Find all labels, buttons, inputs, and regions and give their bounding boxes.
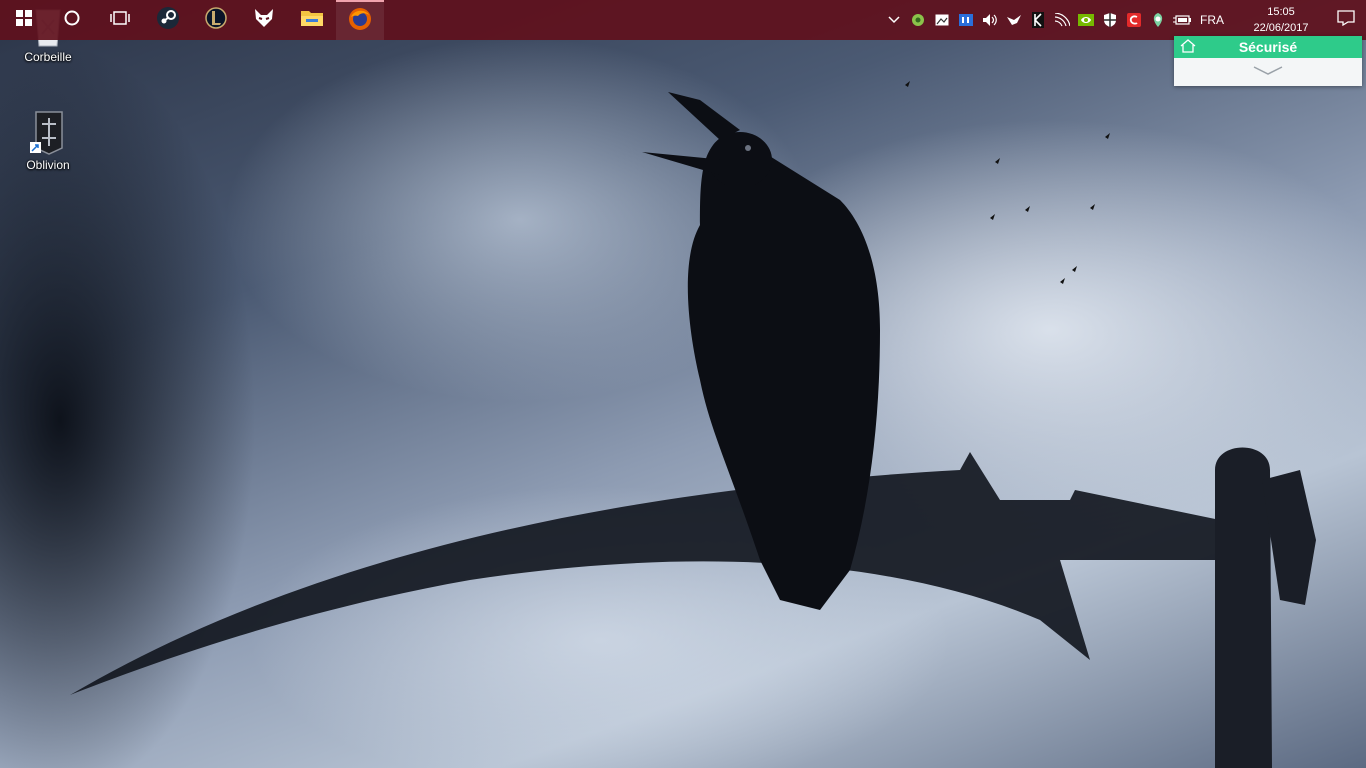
folder-icon bbox=[300, 8, 324, 33]
chevron-down-icon bbox=[1253, 63, 1283, 81]
task-view-button[interactable] bbox=[96, 0, 144, 40]
task-view-icon bbox=[110, 10, 130, 31]
desktop-wallpaper bbox=[0, 0, 1366, 768]
clock-time: 15:05 bbox=[1267, 6, 1295, 18]
clock[interactable]: 15:05 22/06/2017 bbox=[1236, 4, 1326, 36]
fox-mask-icon bbox=[253, 7, 275, 34]
firefox-taskbar-button[interactable] bbox=[336, 0, 384, 40]
mixer-tray-icon[interactable] bbox=[954, 0, 978, 40]
oblivion-shortcut-icon bbox=[28, 108, 68, 155]
expand-popup-button[interactable] bbox=[1174, 58, 1362, 86]
raven-scythe-artwork bbox=[70, 81, 1316, 768]
android-tray-icon[interactable] bbox=[906, 0, 930, 40]
home-icon bbox=[1180, 39, 1196, 56]
shield-icon[interactable] bbox=[1098, 0, 1122, 40]
clock-date: 22/06/2017 bbox=[1253, 22, 1309, 34]
desktop-icon-label: Oblivion bbox=[26, 158, 70, 172]
steam-icon bbox=[156, 6, 180, 35]
action-center-button[interactable] bbox=[1326, 0, 1366, 40]
desktop-icon-oblivion[interactable]: Oblivion bbox=[10, 108, 86, 172]
eagle-tray-icon[interactable] bbox=[1002, 0, 1026, 40]
steam-taskbar-button[interactable] bbox=[144, 0, 192, 40]
avast-globe-icon[interactable] bbox=[1146, 0, 1170, 40]
cortana-button[interactable] bbox=[48, 0, 96, 40]
security-status-popup[interactable]: Sécurisé bbox=[1174, 36, 1362, 86]
volume-icon[interactable] bbox=[978, 0, 1002, 40]
league-taskbar-button[interactable] bbox=[192, 0, 240, 40]
input-language-indicator[interactable]: FRA bbox=[1194, 13, 1236, 27]
antivirus-c-icon[interactable] bbox=[1122, 0, 1146, 40]
desktop-icon-label: Corbeille bbox=[24, 50, 72, 64]
circle-search-icon bbox=[64, 10, 80, 31]
image-viewer-tray-icon[interactable] bbox=[930, 0, 954, 40]
security-status-text: Sécurisé bbox=[1238, 39, 1298, 55]
k-app-tray-icon[interactable] bbox=[1026, 0, 1050, 40]
taskbar: FRA 15:05 22/06/2017 bbox=[0, 0, 1366, 40]
battery-plug-icon[interactable] bbox=[1170, 0, 1194, 40]
windows-logo-icon bbox=[16, 9, 32, 31]
wifi-icon[interactable] bbox=[1050, 0, 1074, 40]
league-icon bbox=[204, 6, 228, 35]
start-button[interactable] bbox=[0, 0, 48, 40]
foobar-taskbar-button[interactable] bbox=[240, 0, 288, 40]
system-tray: FRA 15:05 22/06/2017 bbox=[882, 0, 1366, 40]
nvidia-icon[interactable] bbox=[1074, 0, 1098, 40]
security-status-bar: Sécurisé bbox=[1174, 36, 1362, 58]
notification-icon bbox=[1337, 9, 1355, 31]
show-hidden-icons-chevron-icon[interactable] bbox=[882, 0, 906, 40]
file-explorer-taskbar-button[interactable] bbox=[288, 0, 336, 40]
firefox-icon bbox=[348, 7, 372, 36]
